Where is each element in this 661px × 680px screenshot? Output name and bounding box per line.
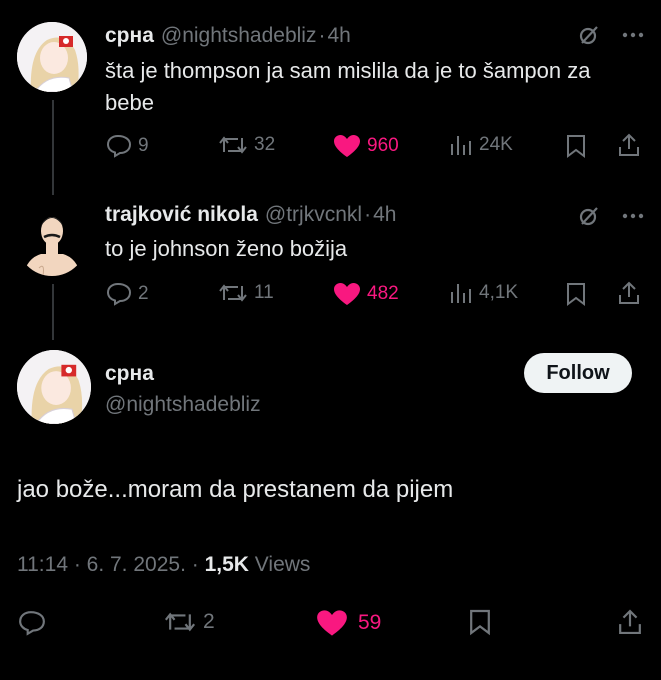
timestamp[interactable]: 4h	[327, 24, 350, 48]
repost-icon	[164, 612, 196, 632]
views-button[interactable]: 24K	[449, 134, 513, 156]
tweet-header-icons	[578, 205, 644, 227]
reply-icon	[106, 134, 132, 158]
reply-icon	[19, 611, 45, 636]
grok-icon[interactable]	[578, 24, 600, 46]
anime-avatar-icon	[17, 22, 87, 92]
avatar[interactable]	[17, 206, 87, 276]
repost-count: 32	[254, 134, 276, 155]
views-icon	[451, 284, 471, 303]
reply-button[interactable]: 2	[106, 282, 149, 306]
tweet-header-icons	[578, 24, 644, 46]
handle[interactable]: @nightshadebliz	[105, 393, 261, 417]
bookmark-button[interactable]	[566, 134, 586, 158]
reply-icon	[106, 282, 132, 306]
tweet-header: срна @nightshadebliz · 4h	[105, 24, 351, 48]
more-options-icon[interactable]	[622, 213, 644, 219]
share-icon	[619, 609, 641, 634]
tweet-text: to je johnson ženo božija	[105, 236, 348, 261]
bookmark-button[interactable]	[469, 608, 491, 636]
heart-filled-icon	[334, 135, 360, 157]
reply-button[interactable]: 9	[106, 134, 149, 158]
share-icon	[619, 281, 639, 304]
more-options-icon[interactable]	[622, 32, 644, 38]
share-button[interactable]	[618, 133, 640, 157]
separator-dot: ·	[318, 24, 326, 47]
like-button[interactable]: 482	[333, 282, 399, 306]
avatar[interactable]	[17, 350, 91, 424]
repost-button[interactable]: 32	[218, 134, 275, 156]
bookmark-button[interactable]	[566, 282, 586, 306]
share-button[interactable]	[618, 281, 640, 305]
bookmark-icon	[470, 609, 490, 636]
follow-button[interactable]: Follow	[524, 353, 632, 393]
like-count: 960	[367, 135, 399, 156]
thread-line	[52, 284, 54, 340]
repost-icon	[219, 284, 247, 302]
thread-line	[52, 100, 54, 195]
tweet-text: jao bože...moram da prestanem da pijem	[17, 476, 454, 503]
share-button[interactable]	[618, 608, 642, 636]
reply-button[interactable]	[18, 610, 46, 636]
bookmark-icon	[567, 135, 585, 158]
tweet-text: šta je thompson ja sam mislila da je to …	[105, 58, 591, 115]
like-count: 59	[358, 611, 382, 634]
display-name[interactable]: trajković nikola	[105, 203, 258, 227]
repost-button[interactable]: 2	[163, 610, 215, 634]
avatar[interactable]	[17, 22, 87, 92]
repost-count: 11	[254, 282, 274, 303]
like-button[interactable]: 960	[333, 134, 399, 158]
repost-icon	[219, 136, 247, 154]
person-avatar-icon	[17, 206, 87, 276]
display-name[interactable]: срна	[105, 24, 154, 48]
views-label: Views	[254, 553, 311, 576]
views-button[interactable]: 4,1K	[449, 282, 518, 304]
views-count: 24K	[479, 134, 513, 155]
like-count: 482	[367, 283, 399, 304]
repost-button[interactable]: 11	[218, 282, 274, 304]
heart-filled-icon	[334, 283, 360, 305]
anime-avatar-icon	[17, 350, 91, 424]
separator-dot: ·	[364, 203, 372, 226]
views-icon	[451, 136, 471, 155]
timestamp[interactable]: 11:14 · 6. 7. 2025. ·	[17, 553, 205, 576]
bookmark-icon	[567, 283, 585, 306]
timestamp[interactable]: 4h	[373, 203, 396, 227]
views-count: 1,5K	[204, 553, 249, 576]
tweet-meta: 11:14 · 6. 7. 2025. · 1,5K Views	[17, 553, 310, 577]
handle[interactable]: @trjkvcnkl	[265, 203, 362, 227]
share-icon	[619, 133, 639, 156]
heart-filled-icon	[317, 610, 347, 636]
views-count: 4,1K	[479, 282, 519, 303]
display-name[interactable]: срна	[105, 362, 154, 386]
like-button[interactable]: 59	[316, 609, 381, 637]
repost-count: 2	[203, 610, 215, 633]
tweet-header: trajković nikola @trjkvcnkl · 4h	[105, 203, 396, 227]
handle[interactable]: @nightshadebliz	[161, 24, 317, 48]
reply-count: 2	[138, 283, 149, 304]
grok-icon[interactable]	[578, 205, 600, 227]
reply-count: 9	[138, 135, 149, 156]
